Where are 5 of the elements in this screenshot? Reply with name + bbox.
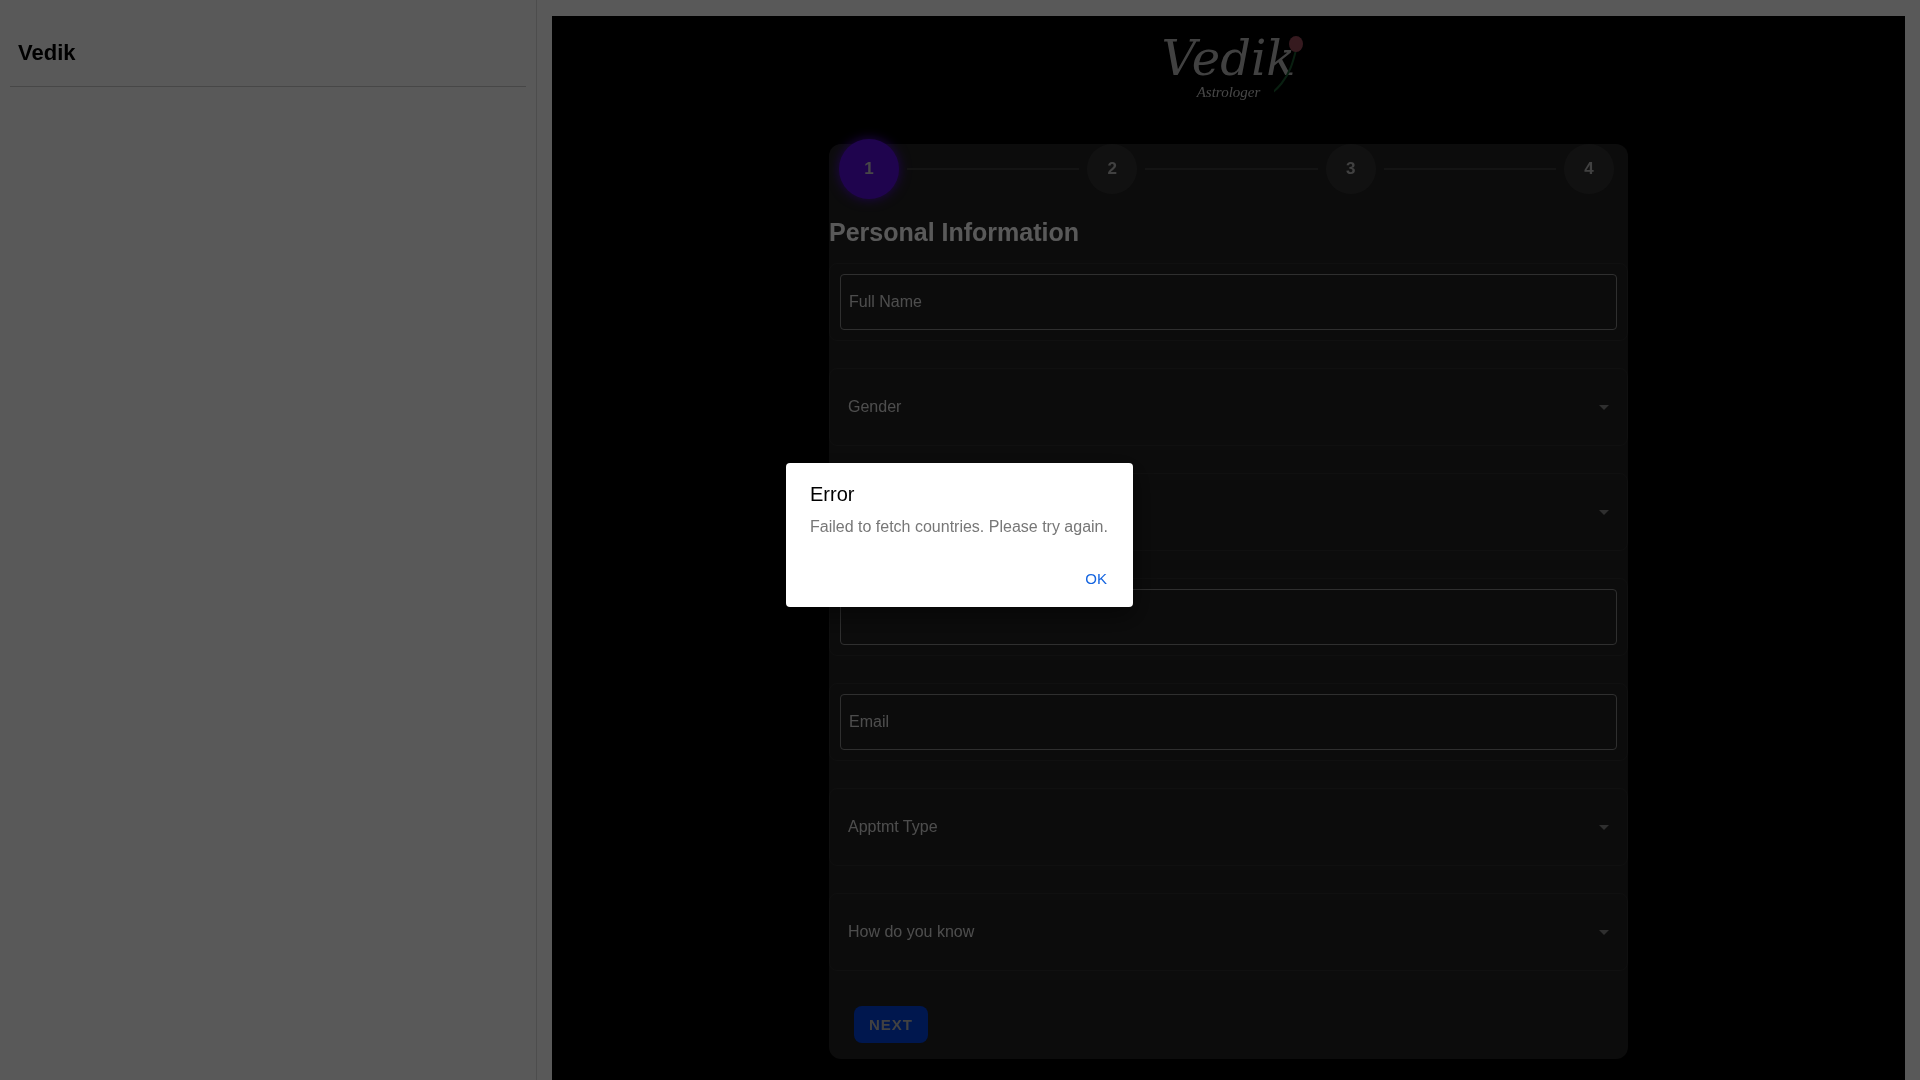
section-heading: Personal Information — [829, 218, 1081, 247]
dialog-message: Failed to fetch countries. Please try again. — [810, 518, 1109, 536]
dialog-title: Error — [810, 483, 856, 506]
sidebar-title: Vedik — [10, 0, 526, 87]
logo-drawing: Vedik Astrologer — [1153, 34, 1304, 124]
